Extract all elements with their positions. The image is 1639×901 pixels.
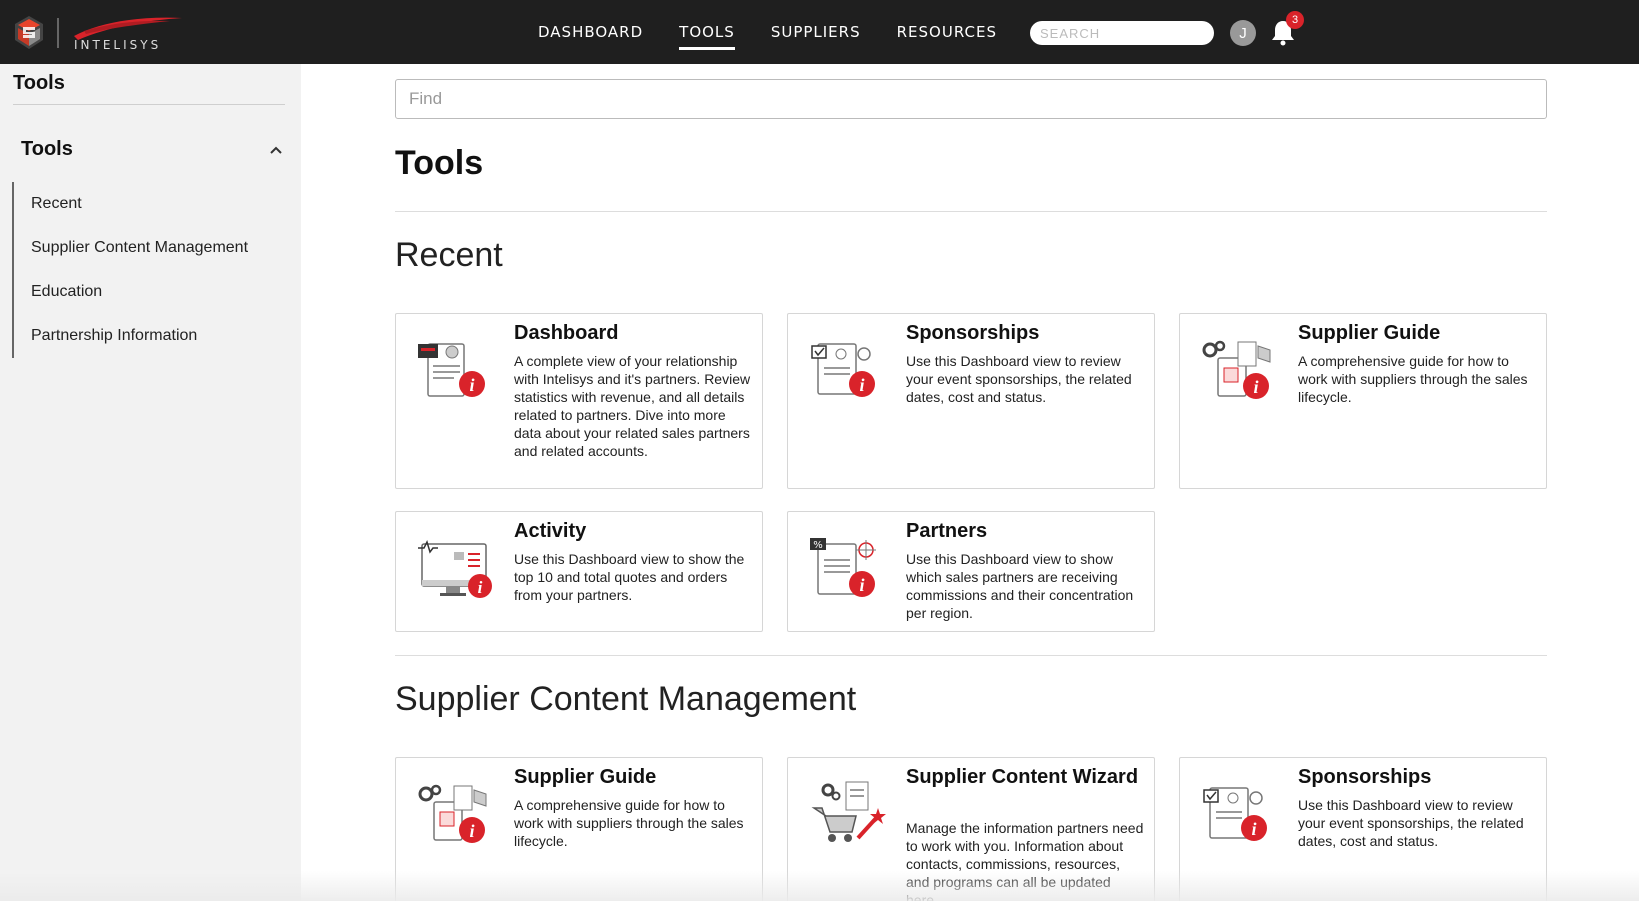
card-title: Sponsorships [1298, 766, 1432, 788]
user-avatar[interactable]: J [1230, 20, 1256, 46]
sponsorships-info-icon: i [811, 343, 875, 397]
card-title: Sponsorships [906, 322, 1040, 344]
find-input[interactable] [395, 79, 1547, 119]
svg-text:i: i [1253, 377, 1258, 397]
card-description: A comprehensive guide for how to work wi… [1298, 353, 1528, 405]
card-description: A complete view of your relationship wit… [514, 353, 751, 459]
tool-card-supplier-guide[interactable]: i Supplier Guide A comprehensive guide f… [395, 757, 763, 901]
tool-card-supplier-content-wizard[interactable]: Supplier Content Wizard Manage the infor… [787, 757, 1155, 901]
brand-name: INTELISYS [74, 38, 162, 52]
sidebar-item-partnership-information[interactable]: Partnership Information [14, 314, 292, 358]
tool-card-sponsorships[interactable]: i Sponsorships Use this Dashboard view t… [787, 313, 1155, 489]
section-title-supplier-content-management: Supplier Content Management [395, 680, 857, 718]
notification-badge: 3 [1286, 11, 1304, 29]
sidebar-item-supplier-content-management[interactable]: Supplier Content Management [14, 226, 292, 270]
card-description: Use this Dashboard view to show which sa… [906, 551, 1134, 621]
supplier-guide-info-icon: i [1202, 340, 1271, 399]
svg-text:%: % [813, 540, 823, 551]
section-divider [395, 211, 1547, 212]
dashboard-info-icon: i [418, 343, 485, 397]
svg-text:i: i [469, 821, 474, 841]
sidebar-item-education[interactable]: Education [14, 270, 292, 314]
partners-info-icon: % i [810, 538, 876, 597]
svg-text:i: i [1251, 819, 1256, 839]
card-description: Manage the information partners need to … [906, 820, 1144, 901]
svg-text:i: i [469, 375, 474, 395]
content-wizard-icon [811, 781, 886, 842]
tool-card-dashboard[interactable]: i Dashboard A complete view of your rela… [395, 313, 763, 489]
card-description: Use this Dashboard view to show the top … [514, 551, 745, 603]
sidebar-title: Tools [13, 72, 65, 94]
logo-divider [57, 18, 59, 48]
card-title: Supplier Guide [1298, 322, 1441, 344]
activity-info-icon: i [418, 539, 492, 598]
intelisys-logo-icon[interactable] [14, 16, 44, 49]
card-title: Supplier Guide [514, 766, 657, 788]
nav-dashboard[interactable]: DASHBOARD [538, 0, 643, 64]
card-description: A comprehensive guide for how to work wi… [514, 797, 744, 849]
supplier-guide-info-icon: i [418, 784, 487, 843]
svg-text:i: i [478, 578, 483, 597]
chevron-up-icon[interactable] [268, 144, 284, 156]
nav-resources[interactable]: RESOURCES [897, 0, 997, 64]
search-input[interactable] [1030, 21, 1214, 45]
section-title-recent: Recent [395, 236, 503, 274]
tool-card-partners[interactable]: % i Partners Use this Dashboard view to … [787, 511, 1155, 632]
tool-card-supplier-guide[interactable]: i Supplier Guide A comprehensive guide f… [1179, 313, 1547, 489]
nav-suppliers[interactable]: SUPPLIERS [771, 0, 861, 64]
tool-card-activity[interactable]: i Activity Use this Dashboard view to sh… [395, 511, 763, 632]
nav-tools[interactable]: TOOLS [679, 0, 735, 64]
page-title: Tools [395, 144, 484, 182]
sidebar: Tools Tools Recent Supplier Content Mana… [0, 64, 301, 901]
sidebar-divider [13, 104, 285, 105]
card-description: Use this Dashboard view to review your e… [1298, 797, 1524, 849]
card-title: Supplier Content Wizard [906, 766, 1139, 788]
sidebar-group-tools[interactable]: Tools [21, 138, 73, 161]
main-nav: DASHBOARD TOOLS SUPPLIERS RESOURCES [538, 0, 1033, 64]
sponsorships-info-icon: i [1203, 787, 1267, 841]
card-description: Use this Dashboard view to review your e… [906, 353, 1132, 405]
tool-card-sponsorships[interactable]: i Sponsorships Use this Dashboard view t… [1179, 757, 1547, 901]
card-title: Activity [514, 520, 587, 542]
card-title: Partners [906, 520, 988, 542]
card-title: Dashboard [514, 322, 619, 344]
svg-text:i: i [859, 375, 864, 395]
svg-text:i: i [859, 575, 864, 595]
top-navigation-bar: INTELISYS DASHBOARD TOOLS SUPPLIERS RESO… [0, 0, 1639, 64]
sidebar-list: Recent Supplier Content Management Educa… [12, 182, 292, 358]
sidebar-item-recent[interactable]: Recent [14, 182, 292, 226]
section-divider [395, 655, 1547, 656]
